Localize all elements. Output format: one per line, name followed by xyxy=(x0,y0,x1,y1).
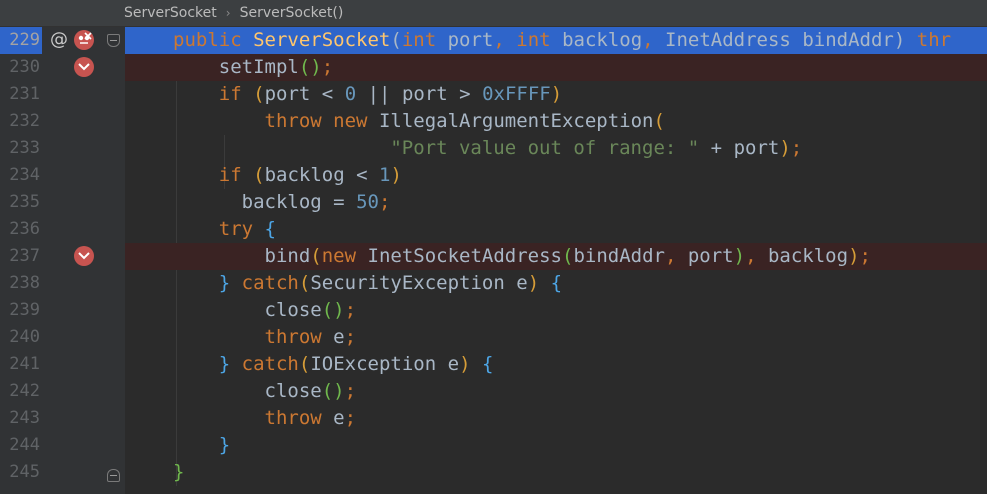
code-line[interactable]: 239 close(); xyxy=(0,297,987,324)
breakpoint-check-icon[interactable] xyxy=(74,57,94,77)
breadcrumb-item-class[interactable]: ServerSocket xyxy=(124,5,217,21)
code-text: } catch(IOException e) { xyxy=(218,353,494,375)
line-number: 232 xyxy=(9,111,40,131)
breadcrumb-separator: › xyxy=(225,6,231,20)
code-line[interactable]: 238 } catch(SecurityException e) { xyxy=(0,270,987,297)
line-number: 245 xyxy=(9,462,40,482)
line-number: 244 xyxy=(9,435,40,455)
line-number: 238 xyxy=(9,273,40,293)
code-text: } catch(SecurityException e) { xyxy=(218,272,563,294)
line-number: 241 xyxy=(9,354,40,374)
code-text: close(); xyxy=(264,380,357,402)
line-number: 243 xyxy=(9,408,40,428)
line-number: 230 xyxy=(9,57,40,77)
code-editor[interactable]: 229 @ public ServerSocket(int port, int … xyxy=(0,27,987,494)
annotation-at-icon[interactable]: @ xyxy=(50,29,70,51)
code-text: if (backlog < 1) xyxy=(218,164,402,186)
code-text: close(); xyxy=(264,299,357,321)
code-line-breakpoint[interactable]: 237 bind(new InetSocketAddress(bindAddr,… xyxy=(0,243,987,270)
code-text: public ServerSocket(int port, int backlo… xyxy=(125,27,987,54)
line-number: 240 xyxy=(9,327,40,347)
code-text: bind(new InetSocketAddress(bindAddr, por… xyxy=(125,243,987,270)
code-line[interactable]: 244 } xyxy=(0,432,987,459)
line-number: 236 xyxy=(9,219,40,239)
code-line[interactable]: 243 throw e; xyxy=(0,405,987,432)
code-text: } xyxy=(218,434,231,456)
code-line[interactable]: 235 backlog = 50; xyxy=(0,189,987,216)
code-line-current[interactable]: 229 @ public ServerSocket(int port, int … xyxy=(0,27,987,54)
line-number: 237 xyxy=(9,246,40,266)
method-breakpoint-icon[interactable] xyxy=(74,30,94,50)
line-number: 242 xyxy=(9,381,40,401)
code-line[interactable]: 234 if (backlog < 1) xyxy=(0,162,987,189)
line-number: 239 xyxy=(9,300,40,320)
code-text: if (port < 0 || port > 0xFFFF) xyxy=(218,83,563,105)
code-line[interactable]: 241 } catch(IOException e) { xyxy=(0,351,987,378)
code-line[interactable]: 240 throw e; xyxy=(0,324,987,351)
breakpoint-check-icon[interactable] xyxy=(74,246,94,266)
line-number: 229 xyxy=(0,27,42,54)
code-line[interactable]: 231 if (port < 0 || port > 0xFFFF) xyxy=(0,81,987,108)
code-line[interactable]: 236 try { xyxy=(0,216,987,243)
code-line[interactable]: 232 throw new IllegalArgumentException( xyxy=(0,108,987,135)
code-text: throw e; xyxy=(264,326,357,348)
line-number: 234 xyxy=(9,165,40,185)
code-line[interactable]: 242 close(); xyxy=(0,378,987,405)
code-text: throw new IllegalArgumentException( xyxy=(264,110,665,132)
code-text: setImpl(); xyxy=(125,54,987,81)
code-text: throw e; xyxy=(264,407,357,429)
breadcrumb-item-method[interactable]: ServerSocket() xyxy=(240,5,344,21)
code-line[interactable]: 245 } xyxy=(0,459,987,486)
code-text: try { xyxy=(218,218,276,240)
line-number: 233 xyxy=(9,138,40,158)
fold-icon[interactable] xyxy=(107,469,120,482)
code-text: backlog = 50; xyxy=(241,191,391,213)
line-number: 231 xyxy=(9,84,40,104)
code-line[interactable]: 233 "Port value out of range: " + port); xyxy=(0,135,987,162)
code-text: } xyxy=(173,461,185,483)
code-text: "Port value out of range: " + port); xyxy=(390,137,803,159)
fold-icon[interactable] xyxy=(107,34,120,47)
breadcrumb: ServerSocket › ServerSocket() xyxy=(0,0,987,27)
code-line-breakpoint[interactable]: 230 setImpl(); xyxy=(0,54,987,81)
line-number: 235 xyxy=(9,192,40,212)
